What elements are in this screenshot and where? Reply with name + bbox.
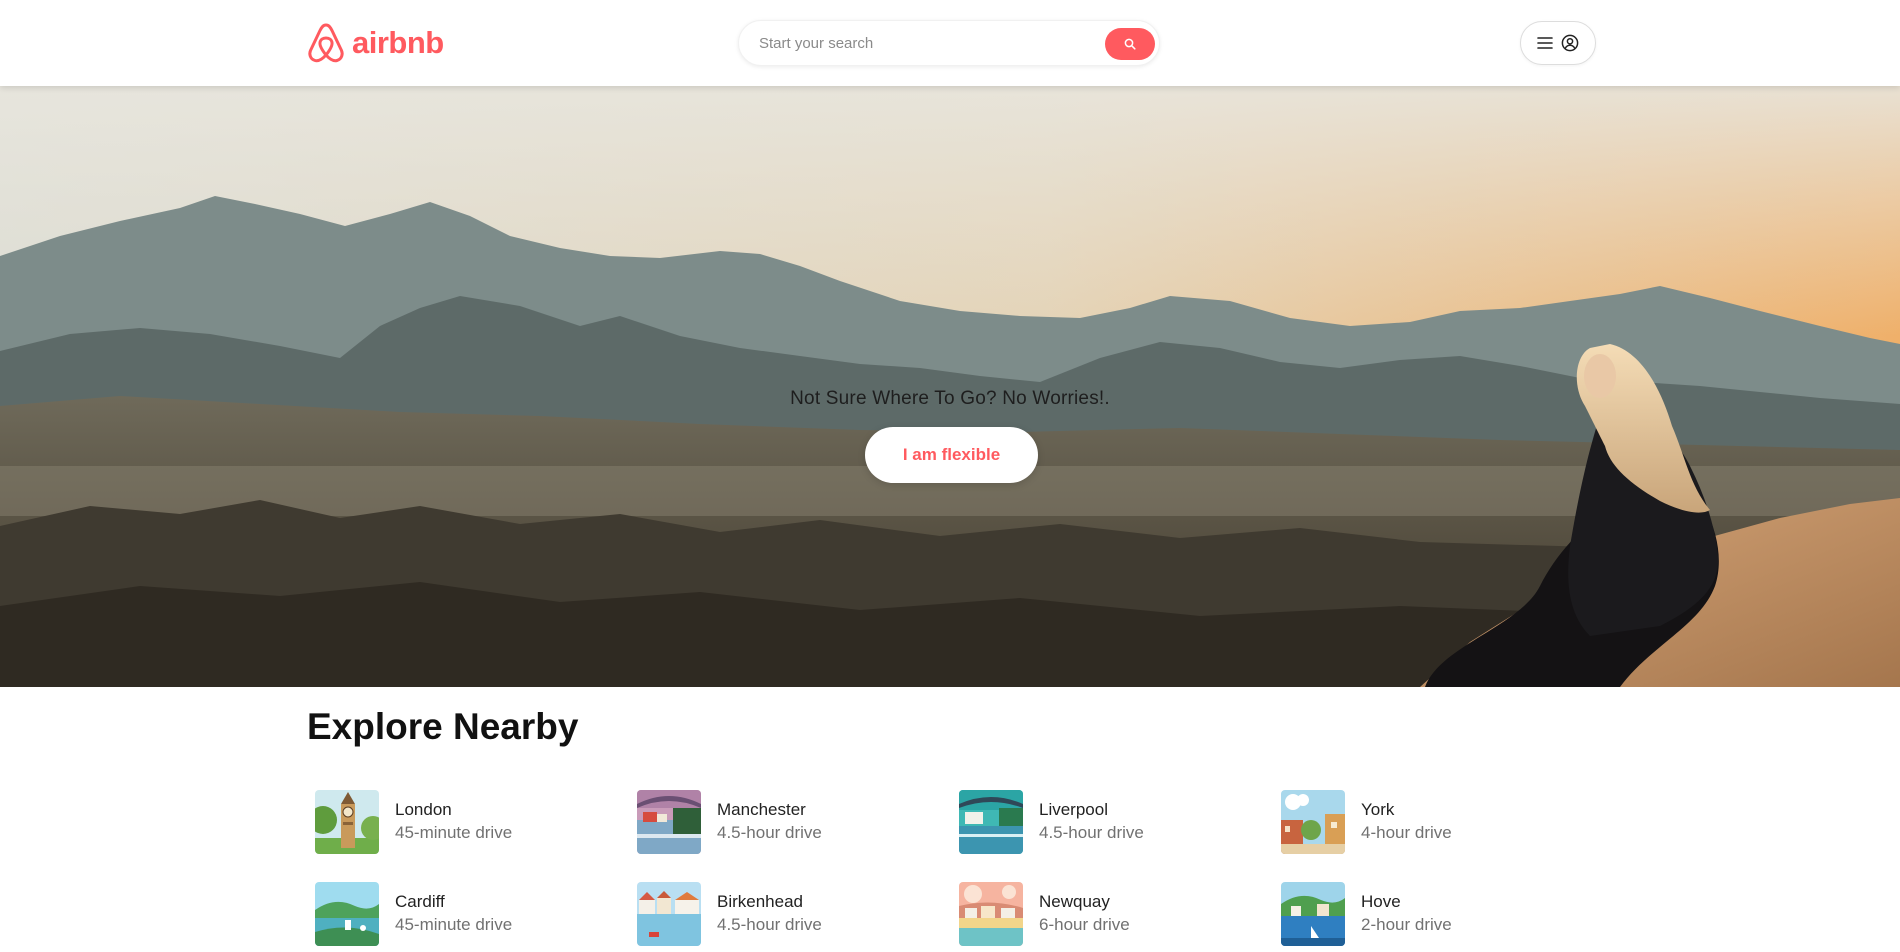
explore-card-york[interactable]: York 4-hour drive [1281,790,1603,854]
search-icon [1124,38,1136,50]
search-input[interactable] [757,27,1091,59]
cardiff-thumbnail [315,882,379,946]
top-navbar: airbnb [0,0,1900,86]
i-am-flexible-button[interactable]: I am flexible [865,427,1038,483]
city-name: Manchester [717,800,806,819]
city-name: York [1361,800,1395,819]
city-name: Newquay [1039,892,1110,911]
explore-nearby-heading: Explore Nearby [307,706,579,747]
newquay-thumbnail [959,882,1023,946]
newquay-text: Newquay 6-hour drive [1039,891,1130,937]
drive-time: 45-minute drive [395,915,513,934]
explore-nearby-grid: London 45-minute drive Manchester 4.5-ho… [315,790,1615,946]
city-name: Liverpool [1039,800,1108,819]
liverpool-thumbnail [959,790,1023,854]
city-name: Hove [1361,892,1401,911]
birkenhead-text: Birkenhead 4.5-hour drive [717,891,822,937]
york-thumbnail [1281,790,1345,854]
drive-time: 4.5-hour drive [717,823,822,842]
drive-time: 4-hour drive [1361,823,1452,842]
search-bar[interactable] [738,20,1160,66]
drive-time: 45-minute drive [395,823,513,842]
city-name: Cardiff [395,892,445,911]
drive-time: 4.5-hour drive [717,915,822,934]
hero-background-image [0,86,1900,687]
manchester-thumbnail [637,790,701,854]
search-button[interactable] [1105,28,1155,60]
hero-tagline: Not Sure Where To Go? No Worries!. [790,388,1110,409]
explore-card-liverpool[interactable]: Liverpool 4.5-hour drive [959,790,1281,854]
explore-card-london[interactable]: London 45-minute drive [315,790,637,854]
explore-card-newquay[interactable]: Newquay 6-hour drive [959,882,1281,946]
explore-card-manchester[interactable]: Manchester 4.5-hour drive [637,790,959,854]
menu-icon [1537,37,1553,49]
brand-name: airbnb [352,25,444,60]
explore-card-cardiff[interactable]: Cardiff 45-minute drive [315,882,637,946]
drive-time: 2-hour drive [1361,915,1452,934]
birkenhead-thumbnail [637,882,701,946]
hove-text: Hove 2-hour drive [1361,891,1452,937]
city-name: Birkenhead [717,892,804,911]
york-text: York 4-hour drive [1361,799,1452,845]
hove-thumbnail [1281,882,1345,946]
user-menu-button[interactable] [1520,21,1596,65]
cardiff-text: Cardiff 45-minute drive [395,891,512,937]
user-circle-icon [1561,34,1579,52]
explore-card-hove[interactable]: Hove 2-hour drive [1281,882,1603,946]
london-thumbnail [315,790,379,854]
city-name: London [395,800,452,819]
manchester-text: Manchester 4.5-hour drive [717,799,822,845]
airbnb-logo-icon [308,23,344,63]
explore-card-birkenhead[interactable]: Birkenhead 4.5-hour drive [637,882,959,946]
drive-time: 6-hour drive [1039,915,1130,934]
london-text: London 45-minute drive [395,799,512,845]
liverpool-text: Liverpool 4.5-hour drive [1039,799,1144,845]
airbnb-logo[interactable]: airbnb [306,22,444,64]
drive-time: 4.5-hour drive [1039,823,1144,842]
hero-banner: Not Sure Where To Go? No Worries!. I am … [0,86,1900,687]
